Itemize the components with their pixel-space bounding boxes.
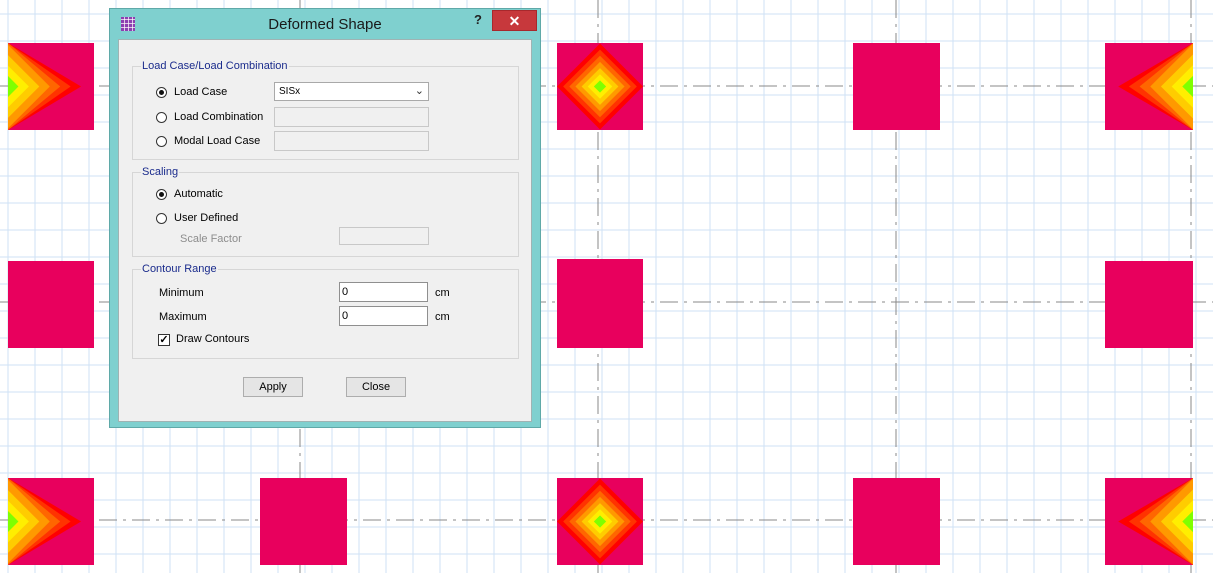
draw-contours-label: Draw Contours xyxy=(176,333,250,345)
checkmark-icon: ✓ xyxy=(158,334,170,346)
load-combination-field[interactable] xyxy=(274,107,429,127)
apply-button[interactable]: Apply xyxy=(243,377,303,397)
contour-range-group: Contour Range Minimum cm Maximum cm ✓ Dr… xyxy=(132,263,519,359)
column-section xyxy=(260,478,347,565)
dialog-body: Load Case/Load Combination Load Case SIS… xyxy=(118,39,532,422)
radio-modal-load-case[interactable]: Modal Load Case xyxy=(156,135,276,151)
column-section xyxy=(557,259,643,348)
chevron-down-icon: ⌄ xyxy=(414,85,424,97)
radio-indicator xyxy=(156,112,167,123)
radio-label: Load Case xyxy=(174,86,228,98)
dialog-titlebar[interactable]: Deformed Shape ? ✕ xyxy=(110,9,540,39)
deformed-shape-dialog: Deformed Shape ? ✕ Load Case/Load Combin… xyxy=(109,8,541,428)
maximum-input[interactable] xyxy=(339,306,428,326)
maximum-unit: cm xyxy=(435,311,450,323)
radio-indicator xyxy=(156,87,167,98)
load-case-select[interactable]: SISx ⌄ xyxy=(274,82,429,101)
minimum-label: Minimum xyxy=(159,287,204,299)
column-section xyxy=(1105,261,1193,348)
radio-label: User Defined xyxy=(174,212,239,224)
radio-automatic[interactable]: Automatic xyxy=(156,188,256,204)
load-case-group-title: Load Case/Load Combination xyxy=(141,60,289,72)
scaling-group: Scaling Automatic User Defined Scale Fac… xyxy=(132,166,519,257)
help-button[interactable]: ? xyxy=(471,12,485,30)
contour-range-group-title: Contour Range xyxy=(141,263,218,275)
close-button[interactable]: Close xyxy=(346,377,406,397)
column-section xyxy=(853,478,940,565)
load-case-select-value: SISx xyxy=(279,86,301,97)
maximum-label: Maximum xyxy=(159,311,207,323)
radio-label: Load Combination xyxy=(174,111,264,123)
radio-indicator xyxy=(156,189,167,200)
scaling-group-title: Scaling xyxy=(141,166,180,178)
radio-indicator xyxy=(156,213,167,224)
column-section xyxy=(853,43,940,130)
radio-user-defined[interactable]: User Defined xyxy=(156,212,256,228)
load-case-group: Load Case/Load Combination Load Case SIS… xyxy=(132,60,519,160)
scale-factor-field[interactable] xyxy=(339,227,429,245)
radio-load-case[interactable]: Load Case xyxy=(156,86,256,102)
radio-label: Modal Load Case xyxy=(174,135,261,147)
scale-factor-label: Scale Factor xyxy=(180,233,242,245)
modal-load-case-field[interactable] xyxy=(274,131,429,151)
radio-load-combination[interactable]: Load Combination xyxy=(156,111,276,127)
minimum-input[interactable] xyxy=(339,282,428,302)
draw-contours-checkbox[interactable]: ✓ Draw Contours xyxy=(158,333,268,349)
radio-label: Automatic xyxy=(174,188,223,200)
close-window-button[interactable]: ✕ xyxy=(492,10,537,31)
minimum-unit: cm xyxy=(435,287,450,299)
radio-indicator xyxy=(156,136,167,147)
column-section xyxy=(8,261,94,348)
